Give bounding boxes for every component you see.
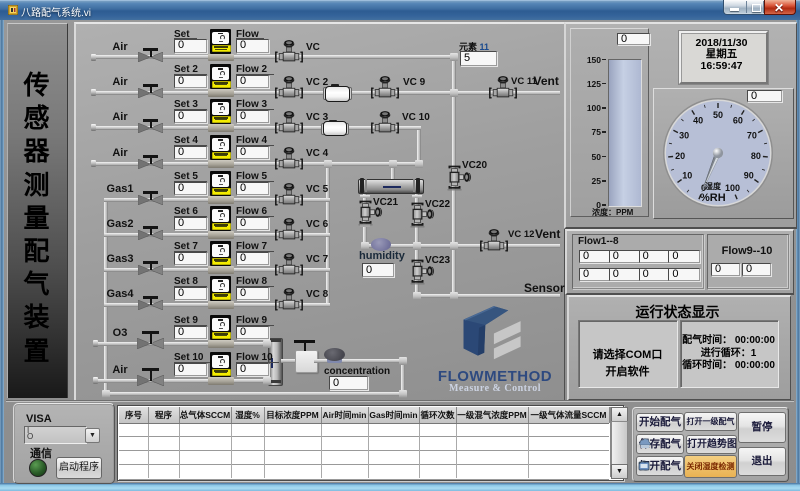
- svg-text:60: 60: [733, 116, 743, 126]
- svg-text:20: 20: [675, 151, 685, 161]
- svg-text:70: 70: [747, 131, 757, 141]
- svg-text:30: 30: [679, 131, 689, 141]
- svg-text:40: 40: [693, 116, 703, 126]
- svg-text:50: 50: [713, 110, 723, 120]
- svg-text:80: 80: [751, 151, 761, 161]
- svg-text:10: 10: [682, 170, 692, 180]
- svg-text:90: 90: [744, 170, 754, 180]
- svg-text:100: 100: [725, 183, 740, 193]
